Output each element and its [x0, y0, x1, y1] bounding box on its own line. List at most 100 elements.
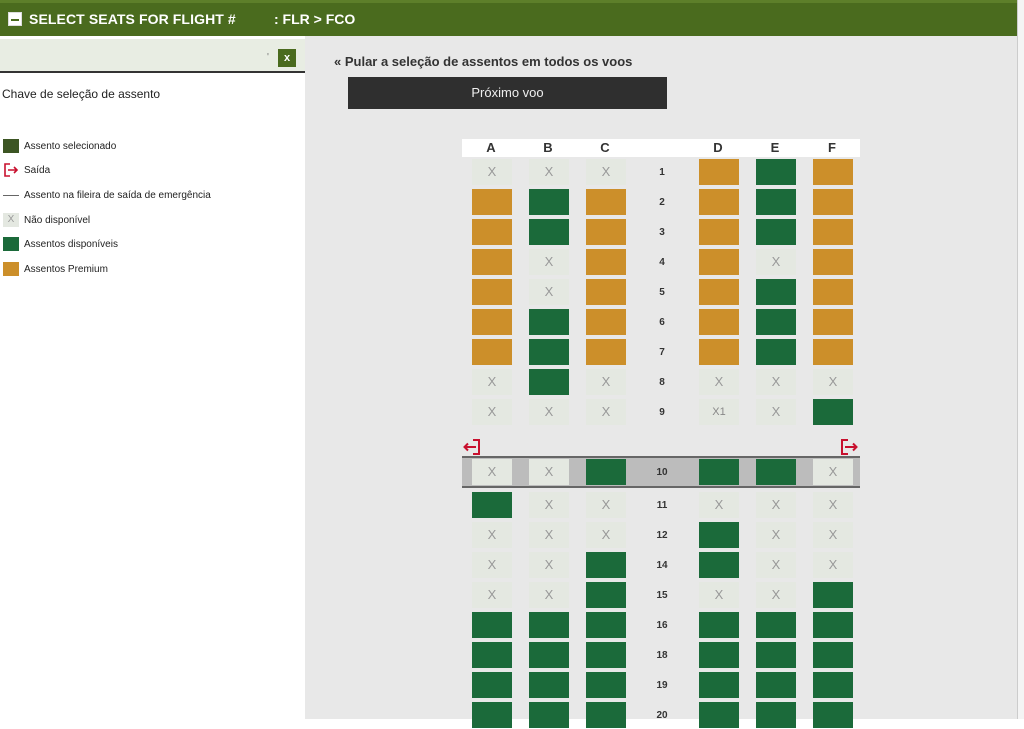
- seat-premium-6c[interactable]: [586, 309, 626, 335]
- seat-available-10c[interactable]: [586, 459, 626, 485]
- seat-premium-2c[interactable]: [586, 189, 626, 215]
- seat-available-18c[interactable]: [586, 642, 626, 668]
- seat-available-18f[interactable]: [813, 642, 853, 668]
- seat-unavailable-8d: X: [699, 369, 739, 395]
- row-number: 5: [659, 287, 665, 298]
- seat-premium-7f[interactable]: [813, 339, 853, 365]
- seat-available-19b[interactable]: [529, 672, 569, 698]
- row-number: 20: [656, 710, 668, 721]
- seat-premium-3d[interactable]: [699, 219, 739, 245]
- seat-available-16e[interactable]: [756, 612, 796, 638]
- page-header: SELECT SEATS FOR FLIGHT # : FLR > FCO: [0, 0, 1017, 36]
- seat-available-16c[interactable]: [586, 612, 626, 638]
- seat-available-7e[interactable]: [756, 339, 796, 365]
- row-number: 16: [656, 620, 668, 631]
- legend-label: Assentos disponíveis: [24, 238, 118, 250]
- sidebar-filter-bar: ' x: [0, 39, 305, 73]
- seat-available-18e[interactable]: [756, 642, 796, 668]
- seat-premium-1f[interactable]: [813, 159, 853, 185]
- seat-premium-7a[interactable]: [472, 339, 512, 365]
- seat-premium-4d[interactable]: [699, 249, 739, 275]
- legend-item-available: Assentos disponíveis: [3, 236, 118, 252]
- column-label-b: B: [543, 140, 553, 155]
- seat-available-15c[interactable]: [586, 582, 626, 608]
- seat-premium-5a[interactable]: [472, 279, 512, 305]
- seat-available-3e[interactable]: [756, 219, 796, 245]
- seat-premium-4a[interactable]: [472, 249, 512, 275]
- seat-available-9f[interactable]: [813, 399, 853, 425]
- seat-available-16b[interactable]: [529, 612, 569, 638]
- seat-unavailable-4e: X: [756, 249, 796, 275]
- seat-available-20a[interactable]: [472, 702, 512, 728]
- seat-available-20f[interactable]: [813, 702, 853, 728]
- seat-premium-5c[interactable]: [586, 279, 626, 305]
- seat-available-7b[interactable]: [529, 339, 569, 365]
- seat-premium-5d[interactable]: [699, 279, 739, 305]
- row-number: 2: [659, 197, 665, 208]
- seat-available-19a[interactable]: [472, 672, 512, 698]
- seat-available-18a[interactable]: [472, 642, 512, 668]
- next-flight-button[interactable]: Próximo voo: [348, 77, 667, 109]
- seat-available-16d[interactable]: [699, 612, 739, 638]
- seat-available-6e[interactable]: [756, 309, 796, 335]
- seat-unavailable-12b: X: [529, 522, 569, 548]
- seat-unavailable-1c: X: [586, 159, 626, 185]
- seat-premium-7c[interactable]: [586, 339, 626, 365]
- seat-unavailable-12e: X: [756, 522, 796, 548]
- seat-available-15f[interactable]: [813, 582, 853, 608]
- seat-available-19f[interactable]: [813, 672, 853, 698]
- seat-premium-4f[interactable]: [813, 249, 853, 275]
- seat-available-6b[interactable]: [529, 309, 569, 335]
- seat-available-20e[interactable]: [756, 702, 796, 728]
- seat-available-1e[interactable]: [756, 159, 796, 185]
- seat-available-11a[interactable]: [472, 492, 512, 518]
- seat-premium-2a[interactable]: [472, 189, 512, 215]
- seat-available-16a[interactable]: [472, 612, 512, 638]
- seat-available-20b[interactable]: [529, 702, 569, 728]
- seat-available-19e[interactable]: [756, 672, 796, 698]
- seat-available-3b[interactable]: [529, 219, 569, 245]
- seat-unavailable-8f: X: [813, 369, 853, 395]
- seat-available-14d[interactable]: [699, 552, 739, 578]
- close-button[interactable]: x: [278, 49, 296, 67]
- seat-available-19c[interactable]: [586, 672, 626, 698]
- row-number: 14: [656, 560, 668, 571]
- seat-available-10d[interactable]: [699, 459, 739, 485]
- skip-seat-selection-link[interactable]: « Pular a seleção de assentos em todos o…: [334, 54, 632, 69]
- seat-available-10e[interactable]: [756, 459, 796, 485]
- seat-available-5e[interactable]: [756, 279, 796, 305]
- seat-available-18d[interactable]: [699, 642, 739, 668]
- seat-unavailable-11e: X: [756, 492, 796, 518]
- seat-unavailable-15d: X: [699, 582, 739, 608]
- seat-premium-1d[interactable]: [699, 159, 739, 185]
- scrollbar[interactable]: [1017, 0, 1024, 719]
- seat-premium-6d[interactable]: [699, 309, 739, 335]
- seat-premium-4c[interactable]: [586, 249, 626, 275]
- seat-available-2e[interactable]: [756, 189, 796, 215]
- seat-available-18b[interactable]: [529, 642, 569, 668]
- row-number: 18: [656, 650, 668, 661]
- seat-available-19d[interactable]: [699, 672, 739, 698]
- seat-available-20c[interactable]: [586, 702, 626, 728]
- seat-premium-3c[interactable]: [586, 219, 626, 245]
- seat-unavailable-11f: X: [813, 492, 853, 518]
- column-label-c: C: [600, 140, 610, 155]
- seat-available-2b[interactable]: [529, 189, 569, 215]
- seat-premium-6a[interactable]: [472, 309, 512, 335]
- seat-premium-2f[interactable]: [813, 189, 853, 215]
- seat-available-20d[interactable]: [699, 702, 739, 728]
- seat-premium-2d[interactable]: [699, 189, 739, 215]
- seat-available-12d[interactable]: [699, 522, 739, 548]
- collapse-button[interactable]: [8, 12, 22, 26]
- seat-premium-3f[interactable]: [813, 219, 853, 245]
- seat-available-8b[interactable]: [529, 369, 569, 395]
- column-label-d: D: [713, 140, 723, 155]
- column-header: A B C D E F: [462, 139, 860, 157]
- seat-unavailable-4b: X: [529, 249, 569, 275]
- seat-premium-7d[interactable]: [699, 339, 739, 365]
- seat-premium-3a[interactable]: [472, 219, 512, 245]
- seat-premium-5f[interactable]: [813, 279, 853, 305]
- seat-premium-6f[interactable]: [813, 309, 853, 335]
- seat-available-16f[interactable]: [813, 612, 853, 638]
- seat-available-14c[interactable]: [586, 552, 626, 578]
